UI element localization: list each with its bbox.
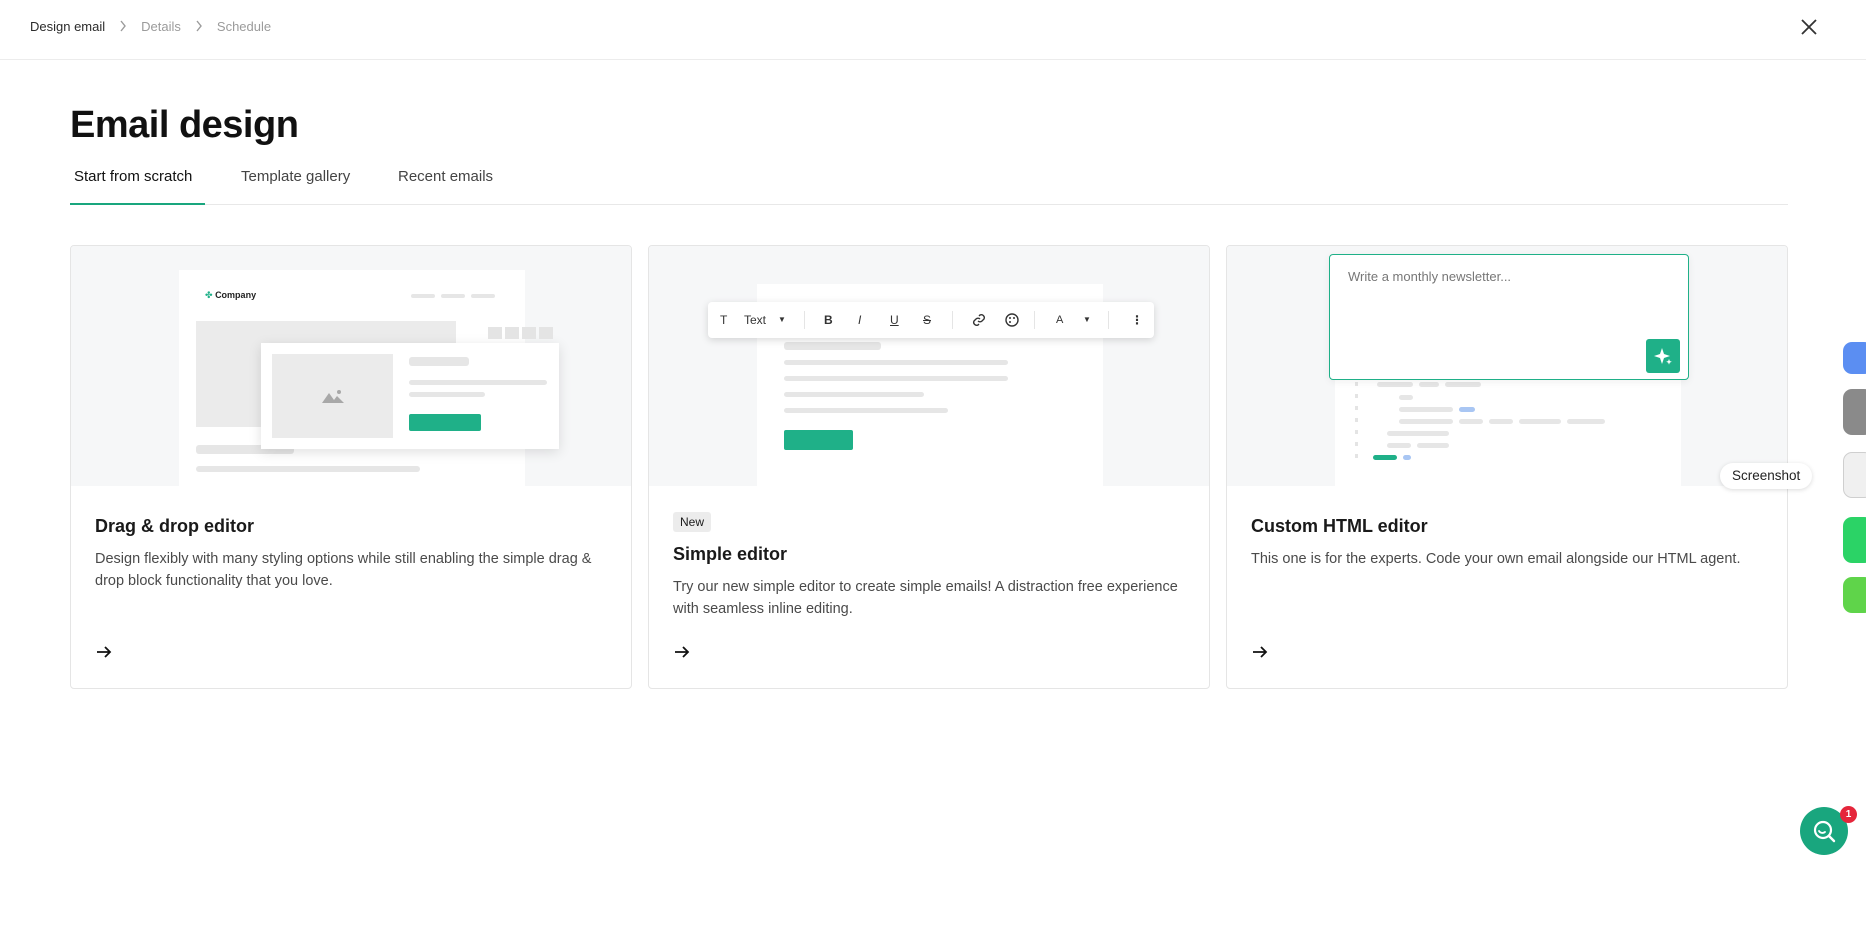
link-icon: [971, 312, 987, 332]
edit-icon: [505, 327, 519, 339]
preview-text-line: [784, 376, 1008, 381]
card-description: Design flexibly with many styling option…: [95, 551, 592, 589]
trash-icon: [539, 327, 553, 339]
arrow-right-icon[interactable]: [95, 643, 113, 661]
breadcrumb: Design email Details Schedule: [30, 19, 271, 34]
bookmark-icon: [488, 327, 502, 339]
preview-logo: ✤ Company: [205, 290, 256, 301]
inline-format-toolbar: T Text ▼ B I U S A ▼ ⋮: [708, 302, 1154, 338]
more-vertical-icon: ⋮: [1131, 313, 1143, 327]
strikethrough-icon: S: [923, 313, 932, 327]
code-line: [1399, 407, 1453, 412]
chevron-right-icon: [119, 20, 127, 34]
simple-editor-card[interactable]: T Text ▼ B I U S A ▼ ⋮ New Simple editor…: [648, 245, 1210, 689]
image-placeholder-icon: [272, 354, 393, 438]
preview-dragged-block: [261, 343, 559, 449]
preview-text-line: [784, 392, 924, 397]
preview-green-button: [409, 414, 481, 431]
code-line: [1399, 419, 1453, 424]
card-description: Try our new simple editor to create simp…: [673, 579, 1178, 617]
tab-template-gallery[interactable]: Template gallery: [241, 168, 350, 185]
code-line: [1417, 443, 1449, 448]
close-icon[interactable]: [1798, 16, 1820, 38]
code-line: [1387, 443, 1411, 448]
toolbar-divider: [952, 311, 953, 329]
copy-icon: [522, 327, 536, 339]
code-line: [1377, 382, 1413, 387]
code-line: [1387, 431, 1449, 436]
font-color-icon: A: [1056, 314, 1064, 326]
chevron-right-icon: [195, 20, 203, 34]
preview-text-line: [409, 357, 469, 366]
screenshot-app-icon[interactable]: [1843, 452, 1866, 498]
breadcrumb-details[interactable]: Details: [141, 19, 181, 34]
preview-nav-bar: [411, 294, 435, 298]
text-type-icon: T: [720, 313, 728, 327]
card-title: Custom HTML editor: [1251, 516, 1428, 536]
card-title: Simple editor: [673, 544, 788, 564]
preview-nav-bar: [471, 294, 495, 298]
code-line: [1459, 419, 1483, 424]
code-line: [1399, 395, 1413, 400]
custom-html-editor-card[interactable]: Write a monthly newsletter... Custom HTM…: [1226, 245, 1788, 689]
app-dock-icon[interactable]: [1843, 342, 1866, 374]
tab-recent-emails[interactable]: Recent emails: [398, 168, 493, 185]
breadcrumb-design-email[interactable]: Design email: [30, 19, 105, 34]
custom-html-preview: Write a monthly newsletter...: [1227, 246, 1787, 486]
whatsapp-icon[interactable]: [1843, 517, 1866, 563]
new-badge: New: [673, 512, 712, 532]
preview-text-line: [409, 380, 547, 385]
ai-prompt-box: Write a monthly newsletter...: [1329, 254, 1689, 380]
preview-text-line: [784, 342, 881, 350]
italic-icon: I: [858, 313, 862, 327]
preview-green-button: [784, 430, 853, 450]
card-title: Drag & drop editor: [95, 516, 255, 536]
code-line: [1445, 382, 1481, 387]
code-line: [1489, 419, 1513, 424]
breadcrumb-schedule[interactable]: Schedule: [217, 19, 271, 34]
arrow-right-icon[interactable]: [1251, 643, 1269, 661]
toolbar-divider: [1034, 311, 1035, 329]
tab-bar: Start from scratch Template gallery Rece…: [70, 163, 1788, 205]
preview-text-line: [196, 466, 420, 472]
top-bar: Design email Details Schedule: [0, 0, 1866, 60]
app-dock-icon[interactable]: [1843, 577, 1866, 613]
line-gutter: [1355, 382, 1358, 462]
block-actions: [488, 327, 553, 339]
bold-icon: B: [824, 313, 833, 327]
code-line: [1519, 419, 1561, 424]
code-line-highlight: [1373, 455, 1397, 460]
palette-icon: [1004, 312, 1020, 332]
caret-down-icon: ▼: [1083, 315, 1091, 324]
preview-logo-text: Company: [215, 290, 257, 300]
tab-start-from-scratch[interactable]: Start from scratch: [74, 168, 192, 185]
notification-badge: 1: [1840, 806, 1857, 823]
toolbar-divider: [804, 311, 805, 329]
page-title: Email design: [70, 104, 299, 146]
preview-nav-bar: [441, 294, 465, 298]
simple-editor-preview: T Text ▼ B I U S A ▼ ⋮: [649, 246, 1209, 486]
preview-text-line: [784, 360, 1008, 365]
active-tab-indicator: [70, 203, 205, 205]
settings-gear-icon[interactable]: [1843, 389, 1866, 435]
preview-code-document: [1335, 362, 1681, 486]
logo-mark-icon: ✤: [205, 290, 213, 300]
prompt-placeholder: Write a monthly newsletter...: [1348, 269, 1512, 284]
drag-drop-editor-card[interactable]: ✤ Company Drag & drop editor Design flex…: [70, 245, 632, 689]
underline-icon: U: [890, 313, 899, 327]
preview-text-line: [784, 408, 948, 413]
code-line-highlight: [1459, 407, 1475, 412]
screenshot-tooltip: Screenshot: [1720, 463, 1813, 489]
code-line: [1419, 382, 1439, 387]
toolbar-divider: [1108, 311, 1109, 329]
text-style-dropdown: Text: [744, 313, 767, 327]
drag-drop-preview: ✤ Company: [71, 246, 631, 486]
code-line: [1567, 419, 1605, 424]
preview-text-line: [409, 392, 485, 397]
card-description: This one is for the experts. Code your o…: [1251, 551, 1741, 567]
sparkle-icon: [1646, 339, 1680, 373]
caret-down-icon: ▼: [778, 315, 786, 324]
arrow-right-icon[interactable]: [673, 643, 691, 661]
code-line-highlight: [1403, 455, 1411, 460]
